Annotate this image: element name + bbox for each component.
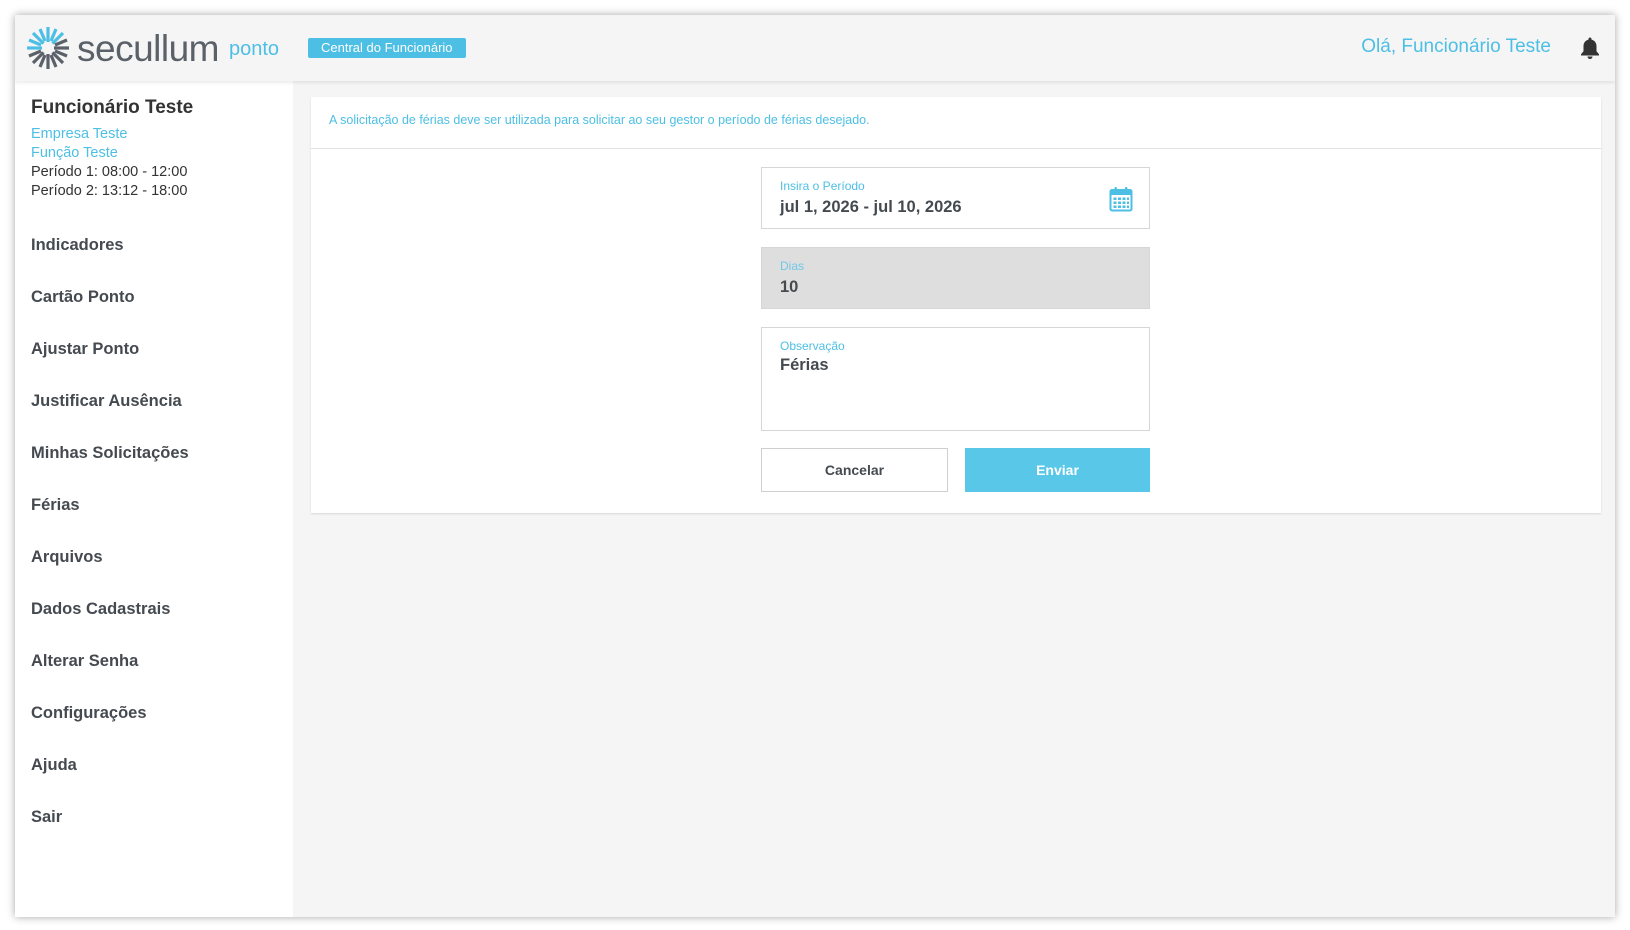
- vacation-request-card: A solicitação de férias deve ser utiliza…: [311, 97, 1601, 513]
- days-label: Dias: [780, 259, 805, 273]
- sidebar-menu: Indicadores Cartão Ponto Ajustar Ponto J…: [15, 219, 293, 843]
- observation-value[interactable]: Férias: [780, 356, 829, 375]
- sidebar-item-minhas-solicitacoes[interactable]: Minhas Solicitações: [15, 427, 293, 479]
- days-field: Dias 10: [761, 247, 1150, 309]
- cancel-button[interactable]: Cancelar: [761, 448, 948, 492]
- period-value[interactable]: jul 1, 2026 - jul 10, 2026: [780, 198, 962, 217]
- app-window: secullum ponto Central do Funcionário Ol…: [15, 15, 1615, 917]
- sidebar: Funcionário Teste Empresa Teste Função T…: [15, 81, 293, 917]
- sidebar-item-alterar-senha[interactable]: Alterar Senha: [15, 635, 293, 687]
- sidebar-item-justificar-ausencia[interactable]: Justificar Ausência: [15, 375, 293, 427]
- sidebar-item-sair[interactable]: Sair: [15, 791, 293, 843]
- sidebar-item-dados-cadastrais[interactable]: Dados Cadastrais: [15, 583, 293, 635]
- top-bar: secullum ponto Central do Funcionário Ol…: [15, 15, 1615, 81]
- sidebar-item-ajustar-ponto[interactable]: Ajustar Ponto: [15, 323, 293, 375]
- sidebar-item-cartao-ponto[interactable]: Cartão Ponto: [15, 271, 293, 323]
- observation-field[interactable]: Observação Férias: [761, 327, 1150, 431]
- form-info-text: A solicitação de férias deve ser utiliza…: [329, 113, 870, 127]
- period-label: Insira o Período: [780, 179, 865, 193]
- period-field[interactable]: Insira o Período jul 1, 2026 - jul 10, 2…: [761, 167, 1150, 229]
- logo-subtitle: ponto: [229, 37, 280, 60]
- employee-name: Funcionário Teste: [31, 97, 194, 118]
- calendar-icon[interactable]: [1109, 186, 1133, 212]
- sidebar-item-ferias[interactable]: Férias: [15, 479, 293, 531]
- employee-role: Função Teste: [31, 145, 118, 161]
- sidebar-item-ajuda[interactable]: Ajuda: [15, 739, 293, 791]
- sidebar-item-indicadores[interactable]: Indicadores: [15, 219, 293, 271]
- employee-period-2: Período 2: 13:12 - 18:00: [31, 183, 188, 199]
- employee-period-1: Período 1: 08:00 - 12:00: [31, 164, 188, 180]
- sidebar-item-configuracoes[interactable]: Configurações: [15, 687, 293, 739]
- observation-label: Observação: [780, 339, 845, 353]
- send-button[interactable]: Enviar: [965, 448, 1150, 492]
- portal-badge: Central do Funcionário: [308, 38, 466, 58]
- employee-company: Empresa Teste: [31, 126, 128, 142]
- days-value: 10: [780, 278, 799, 296]
- card-divider: [311, 148, 1601, 149]
- sidebar-item-arquivos[interactable]: Arquivos: [15, 531, 293, 583]
- logo-text: secullum: [77, 27, 220, 69]
- bell-icon[interactable]: [1579, 36, 1601, 60]
- brand-logo[interactable]: secullum ponto: [25, 25, 279, 71]
- user-greeting[interactable]: Olá, Funcionário Teste: [1361, 36, 1551, 58]
- secullum-logo-icon: [27, 27, 69, 69]
